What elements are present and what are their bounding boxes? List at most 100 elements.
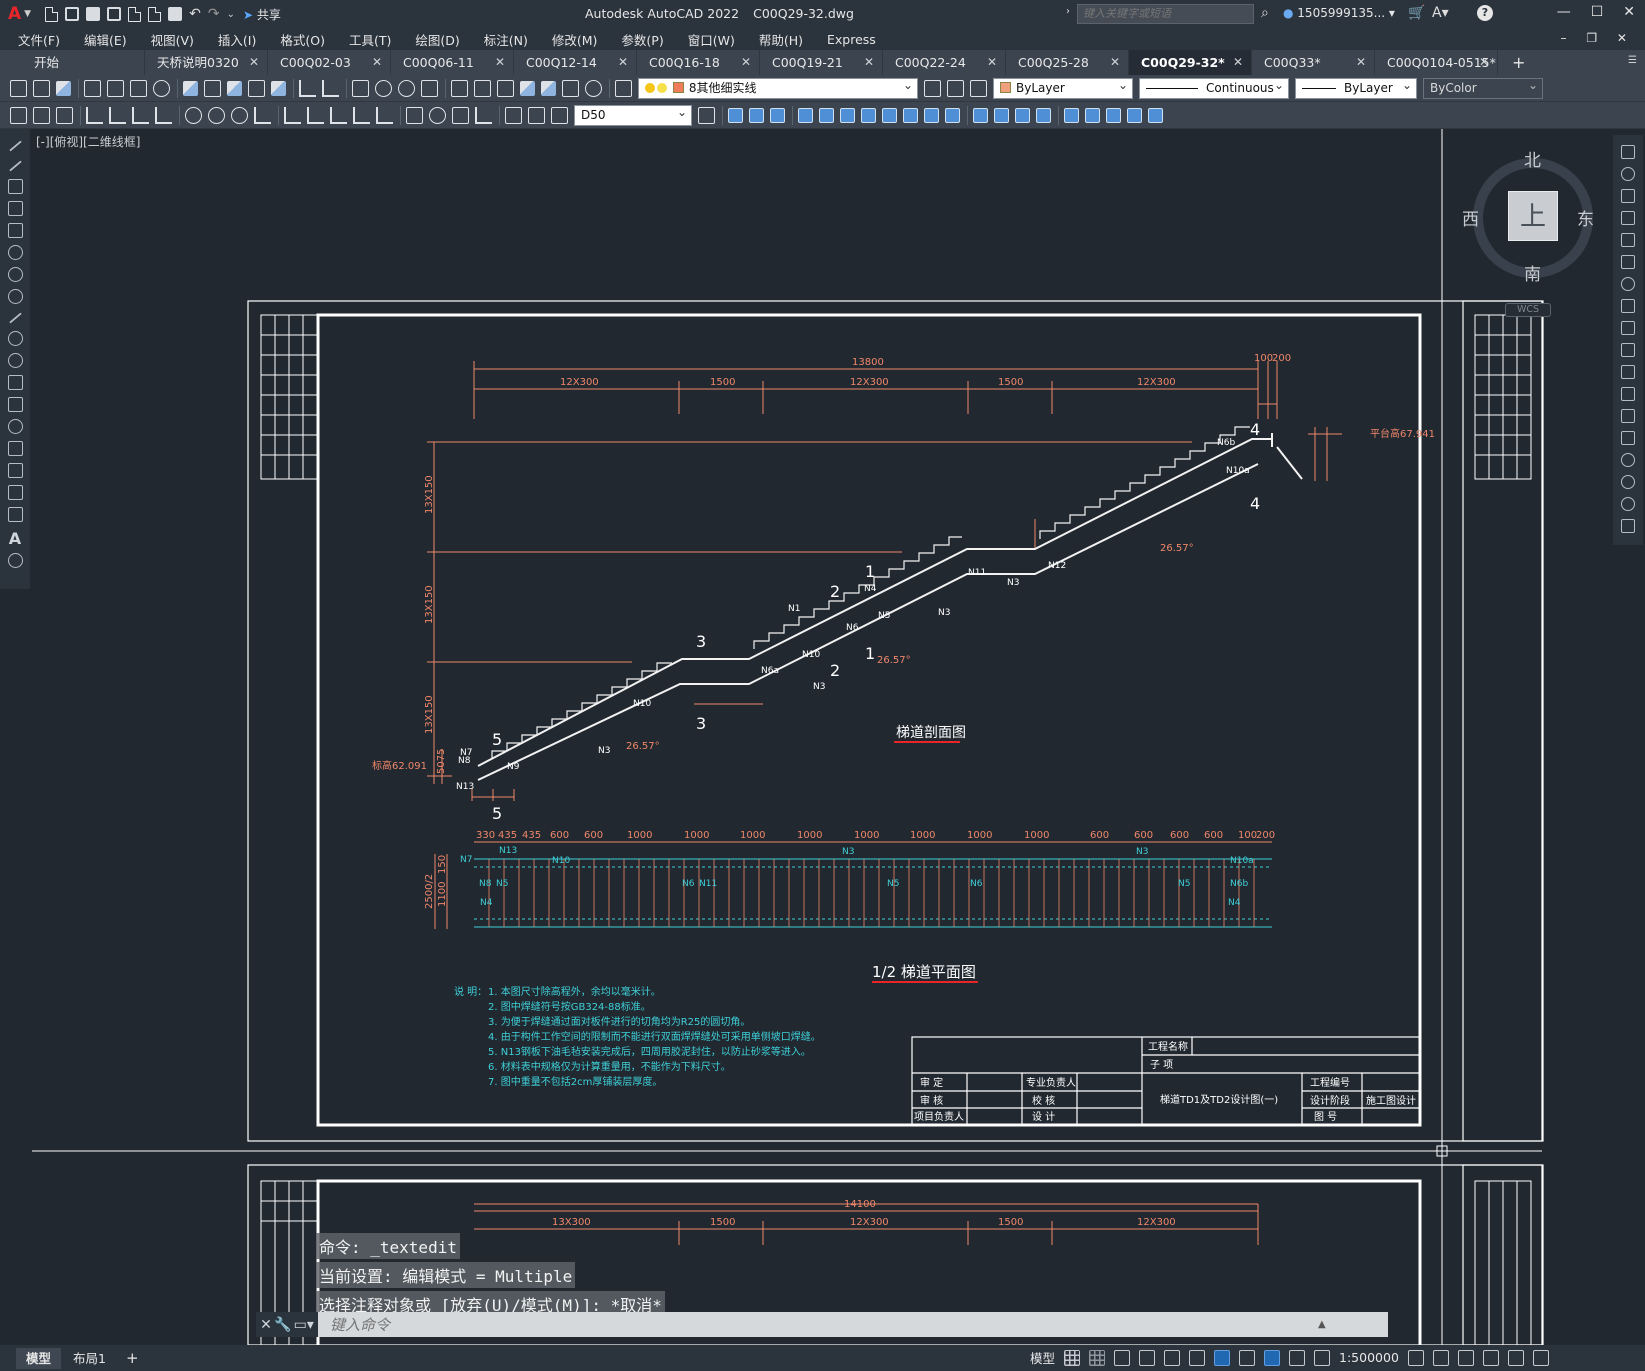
linear-dim-icon[interactable]	[86, 106, 103, 124]
3d-mirror-icon[interactable]	[1148, 107, 1163, 123]
tab-close-icon[interactable]: ✕	[249, 50, 259, 75]
app-menu-chevron-icon[interactable]: ▼	[24, 9, 31, 19]
menu-parametric[interactable]: 参数(P)	[621, 30, 663, 49]
mirror-icon[interactable]	[1621, 189, 1635, 203]
dim-edit-icon[interactable]	[505, 106, 522, 124]
dim-style-icon[interactable]	[33, 106, 50, 124]
extend-icon[interactable]	[1621, 365, 1635, 379]
dim-break-icon[interactable]	[376, 106, 393, 124]
table-icon[interactable]	[7, 507, 23, 522]
menu-help[interactable]: 帮助(H)	[759, 30, 803, 49]
tab-layout1[interactable]: 布局1	[63, 1348, 116, 1369]
arc-length-icon[interactable]	[132, 106, 149, 124]
3d-move-icon[interactable]	[1064, 107, 1079, 123]
snap-icon[interactable]	[1089, 1349, 1106, 1366]
markup-icon[interactable]	[541, 80, 556, 96]
share-button[interactable]: ➤ 共享	[243, 6, 281, 23]
drawing-viewport[interactable]: [-][俯视][二维线框] 13800 12X300 1500 12X300 1…	[32, 129, 1612, 1345]
scale-icon[interactable]	[1621, 299, 1635, 313]
chamfer-icon[interactable]	[1621, 453, 1635, 467]
rectangle-icon[interactable]	[7, 223, 23, 238]
aligned-dim-icon[interactable]	[109, 106, 126, 124]
sweep-icon[interactable]	[840, 107, 855, 123]
menu-express[interactable]: Express	[827, 32, 876, 47]
save-as-icon[interactable]	[107, 7, 122, 21]
minimize-icon[interactable]: —	[1557, 4, 1571, 20]
copy-icon[interactable]	[204, 79, 221, 97]
text-style-icon[interactable]	[10, 106, 27, 124]
new-file-icon[interactable]	[45, 6, 59, 22]
plotstyle-dropdown[interactable]: ByColor	[1423, 77, 1543, 99]
tab-model[interactable]: 模型	[16, 1347, 62, 1369]
tab-close-icon[interactable]: ✕	[864, 50, 874, 75]
zoom-window-icon[interactable]	[398, 79, 415, 97]
make-current-layer-icon[interactable]	[924, 79, 941, 97]
3d-rotate-icon[interactable]	[1085, 107, 1100, 123]
ordinate-dim-icon[interactable]	[155, 106, 172, 124]
line-icon[interactable]	[8, 140, 22, 152]
wcs-menu[interactable]: WCS	[1505, 303, 1551, 317]
add-selected-icon[interactable]	[7, 553, 23, 568]
menu-window[interactable]: 窗口(W)	[688, 30, 735, 49]
array-icon[interactable]	[1621, 233, 1635, 247]
grid-icon[interactable]	[1064, 1349, 1081, 1366]
annotation-scale-value[interactable]: 1:500000	[1339, 1350, 1399, 1365]
maximize-icon[interactable]: ☐	[1591, 4, 1604, 20]
angular-dim-icon[interactable]	[254, 106, 271, 124]
region-icon[interactable]	[7, 485, 23, 500]
copy-object-icon[interactable]	[1621, 167, 1635, 181]
clean-screen-icon[interactable]	[1507, 1349, 1524, 1366]
revolve-icon[interactable]	[861, 107, 876, 123]
compass-west[interactable]: 西	[1462, 205, 1479, 230]
ellipse-icon[interactable]	[7, 331, 23, 346]
preview-icon[interactable]	[107, 79, 124, 97]
erase-icon[interactable]	[1621, 145, 1635, 159]
intersect-icon[interactable]	[945, 107, 960, 123]
viewcube-top-face[interactable]: 上	[1508, 191, 1558, 241]
move-icon[interactable]	[1621, 255, 1635, 269]
make-block-icon[interactable]	[7, 397, 23, 412]
customize-icon[interactable]: 🔧	[274, 1317, 291, 1333]
tab-file[interactable]: C00Q19-21 ✕	[760, 50, 883, 75]
slice-icon[interactable]	[973, 107, 988, 123]
command-input[interactable]	[318, 1315, 1318, 1334]
app-logo[interactable]: A	[8, 4, 21, 24]
gradient-icon[interactable]	[7, 463, 23, 478]
diameter-dim-icon[interactable]	[231, 106, 248, 124]
spline-icon[interactable]	[8, 312, 22, 324]
menu-edit[interactable]: 编辑(E)	[84, 30, 127, 49]
tab-close-icon[interactable]: ✕	[1233, 50, 1243, 75]
redo-icon[interactable]	[322, 79, 339, 97]
center-mark-icon[interactable]	[429, 106, 446, 124]
color-dropdown[interactable]: ByLayer	[993, 77, 1133, 99]
paste-icon[interactable]	[227, 80, 242, 96]
extrude-icon[interactable]	[798, 107, 813, 123]
jogged-linear-icon[interactable]	[475, 106, 492, 124]
join2-icon[interactable]	[1621, 431, 1635, 445]
dim-update-icon[interactable]	[551, 106, 568, 124]
explode-icon[interactable]	[1621, 519, 1635, 533]
close-icon[interactable]: ✕	[1623, 4, 1635, 20]
search-expand-icon[interactable]: ›	[1066, 6, 1070, 17]
baseline-dim-icon[interactable]	[307, 106, 324, 124]
match-prop-icon[interactable]	[248, 79, 265, 97]
blend-icon[interactable]	[1621, 497, 1635, 511]
polyline-icon[interactable]	[7, 179, 23, 194]
hardware-accel-icon[interactable]	[1482, 1349, 1499, 1366]
tab-file[interactable]: C00Q33* ✕	[1252, 50, 1375, 75]
help-icon[interactable]: ?	[1477, 5, 1493, 21]
menu-view[interactable]: 视图(V)	[151, 30, 194, 49]
hatch-icon[interactable]	[7, 441, 23, 456]
tab-close-icon[interactable]: ✕	[1356, 50, 1366, 75]
tab-file[interactable]: C00Q16-18 ✕	[637, 50, 760, 75]
tab-close-icon[interactable]: ✕	[1110, 50, 1120, 75]
tab-close-icon[interactable]: ✕	[372, 50, 382, 75]
3d-array-icon[interactable]	[1127, 107, 1142, 123]
tab-file[interactable]: C00Q25-28 ✕	[1006, 50, 1129, 75]
3d-align-icon[interactable]	[1106, 107, 1121, 123]
new-tab-button[interactable]: +	[1498, 50, 1538, 75]
join-icon[interactable]	[1621, 409, 1635, 423]
lineweight-icon[interactable]	[1239, 1349, 1256, 1366]
menu-file[interactable]: 文件(F)	[18, 30, 60, 49]
cart-icon[interactable]: 🛒	[1408, 5, 1425, 21]
